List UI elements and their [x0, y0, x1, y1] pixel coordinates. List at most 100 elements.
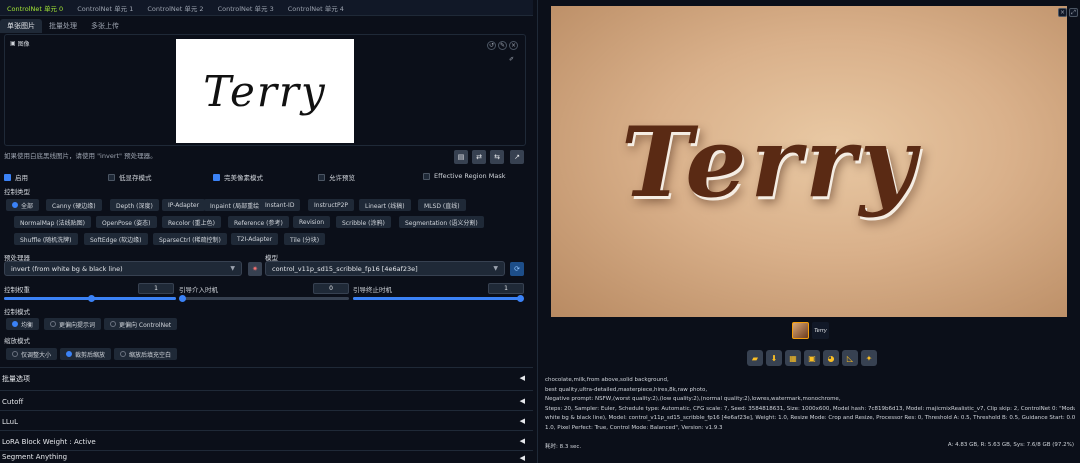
control-weight-input[interactable]: 1: [138, 283, 174, 294]
palette-icon[interactable]: ◕: [823, 350, 839, 366]
pixel-perfect-checkbox[interactable]: 完美像素模式: [213, 172, 263, 182]
allow-preview-checkbox[interactable]: 允许预览: [318, 172, 355, 182]
time-taken: 耗时: 8.3 sec.: [545, 444, 582, 450]
close-icon[interactable]: ×: [509, 41, 518, 50]
collapse-triangle-icon: ◀: [519, 397, 525, 405]
accordion-cutoff[interactable]: Cutoff ◀: [0, 390, 533, 412]
tab-controlnet-unit-3[interactable]: ControlNet 单元 3: [211, 3, 281, 13]
control-type-ip-adapter[interactable]: IP-Adapter: [162, 199, 206, 211]
output-panel: Terry × ⤢ Terry ▰ ⬇ ▦ ▣ ◕ ◺ ✦ chocolate,…: [537, 0, 1080, 463]
refresh-icon: ⟳: [514, 265, 520, 273]
control-type-reference[interactable]: Reference (参考): [228, 216, 289, 228]
resize-mode-crop-and-resize[interactable]: 裁剪后缩放: [60, 348, 112, 360]
control-mode-prompt[interactable]: 更偏向提示词: [44, 318, 102, 330]
camera-button[interactable]: ⇄: [472, 150, 486, 164]
tab-controlnet-unit-2[interactable]: ControlNet 单元 2: [140, 3, 210, 13]
guidance-start-input[interactable]: 0: [313, 283, 349, 294]
ruler-icon[interactable]: ◺: [842, 350, 858, 366]
tab-batch[interactable]: 批量处理: [42, 19, 84, 33]
swap-icon: ⇆: [494, 153, 500, 161]
guidance-end-knob[interactable]: [517, 295, 524, 302]
control-type-normalmap[interactable]: NormalMap (法线贴图): [14, 216, 91, 228]
model-select[interactable]: control_v11p_sd15_scribble_fp16 [4e6af23…: [265, 261, 505, 276]
control-type-inpaint[interactable]: Inpaint (局部重绘): [204, 199, 268, 211]
accordion-batch-options[interactable]: 批量选项 ◀: [0, 367, 533, 389]
control-type-segmentation[interactable]: Segmentation (语义分割): [399, 216, 484, 228]
guidance-start-knob[interactable]: [179, 295, 186, 302]
accordion-llul[interactable]: LLuL ◀: [0, 410, 533, 432]
guidance-end-fill: [353, 297, 523, 300]
thumbnail-output[interactable]: [792, 322, 809, 339]
guidance-start-label: 引导介入时机: [179, 286, 218, 294]
output-toolbar: ▰ ⬇ ▦ ▣ ◕ ◺ ✦: [747, 350, 877, 366]
fullscreen-icon[interactable]: ⤢: [1069, 8, 1078, 17]
effective-region-mask-checkbox[interactable]: Effective Region Mask: [423, 172, 505, 180]
control-type-all[interactable]: 全部: [6, 199, 40, 211]
control-type-canny[interactable]: Canny (硬边缘): [46, 199, 102, 211]
control-type-scribble[interactable]: Scribble (涂鸦): [336, 216, 391, 228]
refresh-models-button[interactable]: ⟳: [510, 262, 524, 276]
info-line: chocolate,milk,from above,solid backgrou…: [545, 377, 669, 383]
brush-icon[interactable]: ✐: [507, 55, 516, 64]
control-mode-controlnet[interactable]: 更偏向 ControlNet: [104, 318, 178, 330]
accordion-segment-anything[interactable]: Segment Anything ◀: [0, 450, 533, 463]
control-type-mlsd[interactable]: MLSD (直线): [418, 199, 466, 211]
tab-multi-upload[interactable]: 多张上传: [84, 19, 126, 33]
control-type-tile[interactable]: Tile (分块): [284, 233, 326, 245]
control-mode-balanced[interactable]: 均衡: [6, 318, 40, 330]
controlnet-panel: ControlNet 单元 0 ControlNet 单元 1 ControlN…: [0, 0, 533, 463]
control-type-depth[interactable]: Depth (深度): [110, 199, 159, 211]
save-icon[interactable]: ⬇: [766, 350, 782, 366]
mirror-button[interactable]: ⇆: [490, 150, 504, 164]
tab-controlnet-unit-1[interactable]: ControlNet 单元 1: [70, 3, 140, 13]
collapse-triangle-icon: ◀: [519, 417, 525, 425]
info-line: white bg & black line), Model: control_v…: [545, 415, 1075, 421]
control-type-instant-id[interactable]: Instant-ID: [259, 199, 301, 211]
control-type-softedge[interactable]: SoftEdge (软边缘): [84, 233, 148, 245]
control-type-t2i-adapter[interactable]: T2I-Adapter: [231, 233, 279, 245]
undo-icon[interactable]: ↺: [487, 41, 496, 50]
control-type-sparsectrl[interactable]: SparseCtrl (稀疏控制): [153, 233, 227, 245]
control-type-shuffle[interactable]: Shuffle (随机洗牌): [14, 233, 78, 245]
control-weight-slider[interactable]: [4, 295, 176, 302]
control-image: Terry: [176, 39, 354, 143]
new-canvas-button[interactable]: ▤: [454, 150, 468, 164]
image-icon[interactable]: ▣: [804, 350, 820, 366]
tab-controlnet-unit-0[interactable]: ControlNet 单元 0: [0, 3, 70, 13]
tab-controlnet-unit-4[interactable]: ControlNet 单元 4: [281, 3, 351, 13]
controlnet-unit-tabs: ControlNet 单元 0 ControlNet 单元 1 ControlN…: [0, 0, 533, 16]
resize-mode-resize-and-fill[interactable]: 缩放后填充空白: [114, 348, 178, 360]
enable-checkbox[interactable]: 启用: [4, 172, 28, 182]
resize-mode-just-resize[interactable]: 仅调整大小: [6, 348, 58, 360]
close-icon[interactable]: ×: [1058, 8, 1067, 17]
output-thumbnails: Terry: [792, 322, 829, 339]
accordion-lora-block-weight[interactable]: LoRA Block Weight : Active ◀: [0, 430, 533, 452]
output-image[interactable]: Terry: [551, 6, 1067, 317]
chevron-down-icon: ▼: [493, 265, 498, 272]
control-type-revision[interactable]: Revision: [293, 216, 331, 228]
zip-icon[interactable]: ▦: [785, 350, 801, 366]
info-line: Negative prompt: NSFW,(worst quality:2),…: [545, 396, 841, 402]
image-upload-area[interactable]: ▣ 图像 Terry ↺ ✎ × ✐: [4, 34, 526, 146]
control-weight-knob[interactable]: [88, 295, 95, 302]
send-dimensions-button[interactable]: ↗: [510, 150, 524, 164]
control-type-lineart[interactable]: Lineart (线稿): [359, 199, 411, 211]
edit-icon[interactable]: ✎: [498, 41, 507, 50]
run-preprocessor-button[interactable]: ✷: [248, 262, 262, 276]
resize-mode-label: 缩放模式: [4, 337, 30, 345]
preprocessor-select[interactable]: invert (from white bg & black line) ▼: [4, 261, 242, 276]
folder-icon[interactable]: ▰: [747, 350, 763, 366]
guidance-end-input[interactable]: 1: [488, 283, 524, 294]
invert-hint: 如果使用白底黑线图片，请使用 "invert" 预处理器。: [4, 152, 157, 160]
control-type-openpose[interactable]: OpenPose (姿态): [96, 216, 157, 228]
document-icon: ▤: [457, 153, 465, 161]
control-type-recolor[interactable]: Recolor (重上色): [162, 216, 221, 228]
guidance-end-slider[interactable]: [353, 295, 524, 302]
thumbnail-control[interactable]: Terry: [812, 322, 829, 339]
control-type-instructp2p[interactable]: InstructP2P: [308, 199, 355, 211]
low-vram-checkbox[interactable]: 低显存模式: [108, 172, 152, 182]
control-weight-label: 控制权重: [4, 286, 30, 294]
tab-single-image[interactable]: 单张图片: [0, 19, 42, 33]
sparkle-icon[interactable]: ✦: [861, 350, 877, 366]
guidance-start-slider[interactable]: [179, 295, 349, 302]
